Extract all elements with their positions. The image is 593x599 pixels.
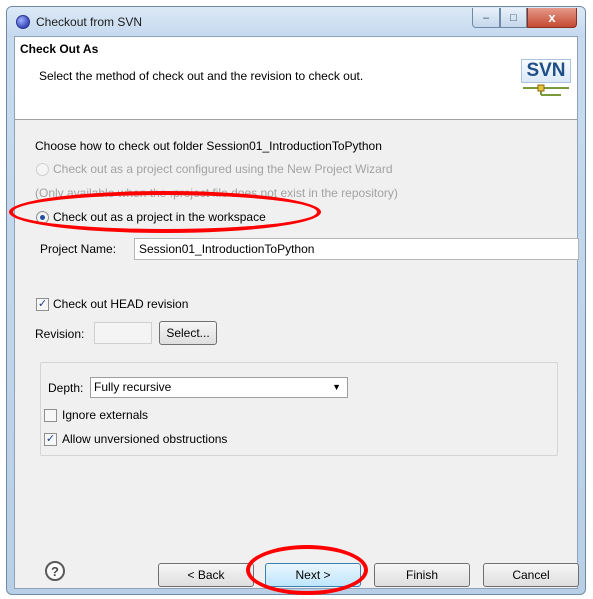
- help-icon[interactable]: ?: [45, 561, 65, 581]
- minimize-button[interactable]: –: [472, 8, 500, 28]
- wizard-option-label: Check out as a project configured using …: [53, 162, 393, 176]
- page-description: Select the method of check out and the r…: [39, 69, 364, 83]
- ignore-externals-checkbox[interactable]: [44, 409, 57, 422]
- allow-unversioned-checkbox[interactable]: ✓: [44, 433, 57, 446]
- svn-logo-text: SVN: [521, 59, 571, 83]
- depth-select-value: Fully recursive: [94, 380, 172, 394]
- back-button[interactable]: < Back: [158, 563, 254, 587]
- revision-input[interactable]: [94, 322, 152, 344]
- checkout-dialog-window: Checkout from SVN – □ x Check Out As Sel…: [6, 6, 586, 595]
- select-revision-button[interactable]: Select...: [159, 321, 217, 345]
- page-title: Check Out As: [20, 42, 99, 56]
- project-name-input[interactable]: Session01_IntroductionToPython: [134, 238, 579, 260]
- svn-logo: SVN: [521, 59, 571, 99]
- finish-button[interactable]: Finish: [374, 563, 470, 587]
- project-name-label: Project Name:: [40, 242, 117, 256]
- wizard-option-radio[interactable]: [36, 163, 49, 176]
- next-button[interactable]: Next >: [265, 563, 361, 587]
- title-bar[interactable]: Checkout from SVN – □ x: [7, 7, 585, 37]
- depth-label: Depth:: [48, 381, 84, 395]
- wizard-header: Check Out As Select the method of check …: [15, 37, 577, 120]
- chevron-down-icon: ▼: [332, 382, 341, 392]
- depth-select[interactable]: Fully recursive ▼: [90, 377, 348, 398]
- close-button[interactable]: x: [527, 8, 577, 28]
- checkout-prompt: Choose how to check out folder Session01…: [35, 139, 382, 153]
- window-title: Checkout from SVN: [36, 15, 143, 29]
- eclipse-icon: [16, 15, 30, 29]
- svn-branch-icon: [523, 84, 569, 96]
- cancel-button[interactable]: Cancel: [483, 563, 579, 587]
- allow-unversioned-label: Allow unversioned obstructions: [62, 432, 228, 446]
- workspace-option-radio[interactable]: [36, 211, 49, 224]
- maximize-button[interactable]: □: [500, 8, 527, 28]
- head-revision-label: Check out HEAD revision: [53, 297, 189, 311]
- wizard-option-note: (Only available when the .project file d…: [35, 186, 398, 200]
- dialog-client-area: Check Out As Select the method of check …: [14, 36, 579, 589]
- head-revision-checkbox[interactable]: ✓: [36, 298, 49, 311]
- workspace-option-label: Check out as a project in the workspace: [53, 210, 266, 224]
- revision-label: Revision:: [35, 327, 85, 341]
- ignore-externals-label: Ignore externals: [62, 408, 149, 422]
